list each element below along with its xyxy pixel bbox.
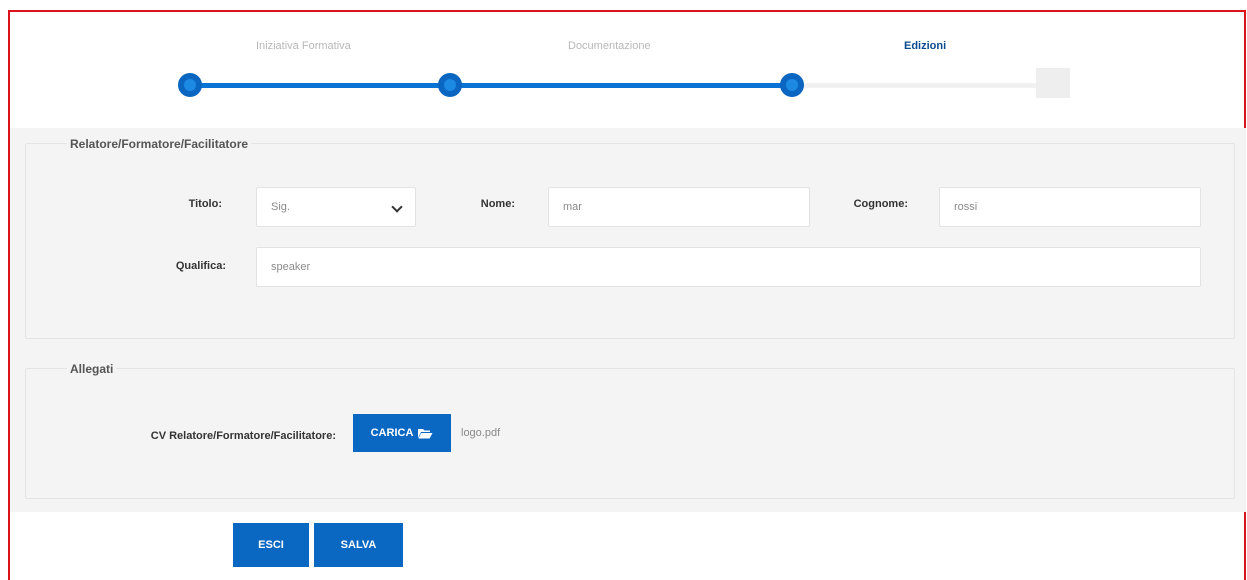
cognome-input[interactable]: rossi: [939, 187, 1201, 227]
step-label-iniziativa-formativa[interactable]: Iniziativa Formativa: [256, 40, 351, 52]
step-label-edizioni[interactable]: Edizioni: [904, 40, 946, 52]
carica-button[interactable]: CARICA: [353, 414, 451, 452]
titolo-select[interactable]: Sig.: [256, 187, 416, 227]
titolo-select-value: Sig.: [271, 201, 290, 213]
stepper-remaining-track: [795, 83, 1040, 88]
nome-input-value: mar: [563, 201, 582, 213]
nome-label: Nome:: [480, 198, 515, 210]
step-dot-documentazione[interactable]: [438, 73, 462, 97]
step-dot-edizioni[interactable]: [780, 73, 804, 97]
cognome-input-value: rossi: [954, 201, 978, 213]
relatore-legend: Relatore/Formatore/Facilitatore: [67, 137, 252, 151]
titolo-label: Titolo:: [188, 198, 222, 210]
nome-input[interactable]: mar: [548, 187, 810, 227]
exit-button[interactable]: ESCI: [233, 523, 309, 567]
cv-label: CV Relatore/Formatore/Facilitatore:: [150, 430, 336, 442]
relatore-fieldset: [25, 143, 1235, 339]
step-label-documentazione[interactable]: Documentazione: [568, 40, 651, 52]
qualifica-input-value: speaker: [271, 261, 311, 273]
chevron-down-icon: [391, 201, 403, 213]
cognome-label: Cognome:: [853, 198, 908, 210]
step-end-marker: [1036, 68, 1070, 98]
qualifica-input[interactable]: speaker: [256, 247, 1201, 287]
qualifica-label: Qualifica:: [175, 260, 226, 272]
allegati-legend: Allegati: [67, 362, 117, 376]
save-button[interactable]: SALVA: [314, 523, 403, 567]
step-dot-iniziativa-formativa[interactable]: [178, 73, 202, 97]
folder-open-icon: [418, 429, 433, 439]
carica-button-label: CARICA: [370, 427, 414, 439]
stepper-progress-track: [190, 83, 795, 88]
uploaded-file-name: logo.pdf: [461, 427, 501, 439]
